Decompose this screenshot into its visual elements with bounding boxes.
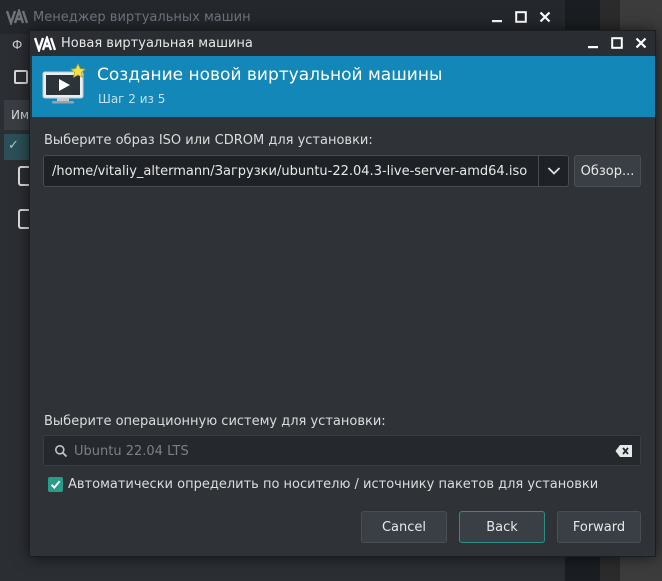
minimize-icon[interactable] <box>583 33 603 53</box>
vm-list-header-name: Им <box>11 108 30 122</box>
wizard-step-indicator: Шаг 2 из 5 <box>98 92 166 106</box>
iso-path-combobox[interactable]: /home/vitaliy_altermann/Загрузки/ubuntu-… <box>43 155 569 187</box>
wizard-banner: Создание новой виртуальной машины Шаг 2 … <box>32 56 655 117</box>
dialog-title: Новая виртуальная машина <box>61 36 253 51</box>
os-label: Выберите операционную систему для устано… <box>44 414 386 429</box>
new-vm-monitor-icon <box>42 63 86 104</box>
dialog-window-controls <box>583 33 651 53</box>
expand-chevron-icon[interactable]: ✓ <box>8 138 19 153</box>
auto-detect-label[interactable]: Автоматически определить по носителю / и… <box>68 477 598 492</box>
connection-row[interactable]: ✓ <box>4 134 30 160</box>
close-icon[interactable] <box>631 33 651 53</box>
cancel-button[interactable]: Cancel <box>361 511 447 543</box>
clear-text-icon[interactable] <box>615 444 633 458</box>
virt-manager-logo-icon <box>34 35 56 52</box>
new-vm-dialog: Новая виртуальная машина Создание новой … <box>29 30 656 557</box>
iso-label: Выберите образ ISO или CDROM для установ… <box>44 133 373 148</box>
background-menubar[interactable]: Ф <box>0 34 30 58</box>
auto-detect-checkbox[interactable] <box>48 477 63 492</box>
search-icon <box>55 445 68 458</box>
new-vm-toolbar-icon[interactable] <box>14 70 28 84</box>
vm-list-header[interactable]: Им <box>4 100 30 130</box>
minimize-icon[interactable] <box>487 7 507 27</box>
dialog-titlebar: Новая виртуальная машина <box>30 31 655 56</box>
browse-button[interactable]: Обзор... <box>574 155 641 187</box>
os-search-input[interactable] <box>74 441 594 461</box>
iso-path-value[interactable]: /home/vitaliy_altermann/Загрузки/ubuntu-… <box>52 164 527 179</box>
maximize-icon[interactable] <box>511 7 531 27</box>
maximize-icon[interactable] <box>607 33 627 53</box>
chevron-down-icon <box>547 167 560 175</box>
iso-dropdown-button[interactable] <box>538 156 568 186</box>
forward-button[interactable]: Forward <box>557 511 641 543</box>
background-window-title: Менеджер виртуальных машин <box>33 9 251 25</box>
checkmark-icon <box>50 480 61 490</box>
virt-manager-logo-icon <box>6 9 28 25</box>
back-button[interactable]: Back <box>459 511 545 543</box>
close-icon[interactable] <box>535 7 555 27</box>
wizard-title: Создание новой виртуальной машины <box>97 65 443 85</box>
background-window-controls <box>487 7 555 27</box>
os-search-field[interactable] <box>43 435 641 466</box>
background-titlebar: Менеджер виртуальных машин <box>0 0 565 34</box>
menu-file-fragment[interactable]: Ф <box>12 38 22 52</box>
